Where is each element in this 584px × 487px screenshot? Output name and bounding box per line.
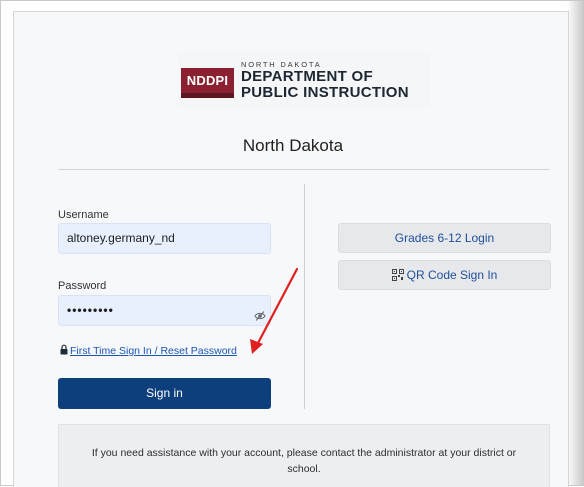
password-field[interactable]: ••••••••• — [58, 295, 271, 326]
qr-code-sign-in-button[interactable]: QR Code Sign In — [338, 260, 551, 290]
nddpi-logo: NDDPI NORTH DAKOTA DEPARTMENT OF PUBLIC … — [178, 51, 430, 109]
qr-code-sign-in-label[interactable]: QR Code Sign In — [407, 268, 498, 282]
window-shadow — [567, 1, 583, 485]
username-label: Username — [58, 209, 109, 221]
page-title: North Dakota — [242, 136, 344, 155]
username-field[interactable]: altoney.germany_nd — [58, 223, 271, 254]
reset-password-label[interactable]: First Time Sign In / Reset Password — [70, 345, 237, 357]
title-divider — [58, 169, 550, 170]
eye-icon[interactable] — [254, 310, 266, 322]
sign-in-button[interactable]: Sign in — [58, 378, 271, 409]
window-frame: NDDPI NORTH DAKOTA DEPARTMENT OF PUBLIC … — [0, 0, 584, 487]
logo-badge: NDDPI — [181, 68, 234, 98]
help-message-box: If you need assistance with your account… — [58, 424, 550, 487]
qr-code-icon — [391, 269, 404, 281]
password-label: Password — [58, 280, 107, 292]
lock-icon — [60, 344, 68, 355]
logo-line-1: DEPARTMENT OF — [241, 68, 373, 85]
grades-6-12-login-button[interactable]: Grades 6-12 Login — [338, 223, 551, 253]
logo-line-2: PUBLIC INSTRUCTION — [241, 84, 409, 101]
reset-password-link[interactable]: First Time Sign In / Reset Password — [60, 344, 237, 357]
help-message: If you need assistance with your account… — [91, 447, 517, 475]
column-divider — [304, 184, 305, 409]
